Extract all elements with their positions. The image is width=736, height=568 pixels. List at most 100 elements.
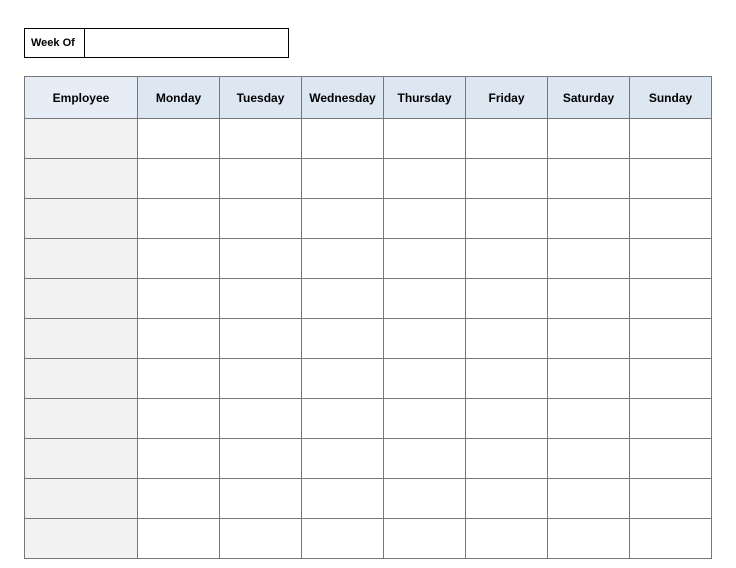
schedule-cell[interactable] xyxy=(220,119,302,159)
schedule-cell[interactable] xyxy=(384,399,466,439)
employee-cell[interactable] xyxy=(25,439,138,479)
schedule-table: Employee Monday Tuesday Wednesday Thursd… xyxy=(24,76,712,559)
schedule-cell[interactable] xyxy=(548,439,630,479)
schedule-cell[interactable] xyxy=(466,519,548,559)
schedule-cell[interactable] xyxy=(138,239,220,279)
schedule-cell[interactable] xyxy=(384,479,466,519)
schedule-cell[interactable] xyxy=(630,319,712,359)
schedule-cell[interactable] xyxy=(138,199,220,239)
schedule-cell[interactable] xyxy=(384,119,466,159)
week-of-label: Week Of xyxy=(25,29,85,57)
schedule-cell[interactable] xyxy=(630,159,712,199)
schedule-cell[interactable] xyxy=(548,119,630,159)
day-header-monday: Monday xyxy=(138,77,220,119)
schedule-cell[interactable] xyxy=(466,239,548,279)
schedule-cell[interactable] xyxy=(630,239,712,279)
schedule-cell[interactable] xyxy=(548,159,630,199)
schedule-cell[interactable] xyxy=(548,519,630,559)
schedule-cell[interactable] xyxy=(138,319,220,359)
table-row xyxy=(25,239,712,279)
employee-cell[interactable] xyxy=(25,199,138,239)
schedule-cell[interactable] xyxy=(302,359,384,399)
day-header-tuesday: Tuesday xyxy=(220,77,302,119)
schedule-cell[interactable] xyxy=(630,359,712,399)
schedule-cell[interactable] xyxy=(466,479,548,519)
schedule-cell[interactable] xyxy=(302,199,384,239)
schedule-cell[interactable] xyxy=(220,399,302,439)
week-of-value[interactable] xyxy=(85,29,288,57)
employee-cell[interactable] xyxy=(25,319,138,359)
schedule-cell[interactable] xyxy=(138,479,220,519)
table-row xyxy=(25,319,712,359)
employee-cell[interactable] xyxy=(25,479,138,519)
schedule-cell[interactable] xyxy=(630,119,712,159)
schedule-cell[interactable] xyxy=(466,159,548,199)
schedule-cell[interactable] xyxy=(466,439,548,479)
schedule-cell[interactable] xyxy=(220,239,302,279)
schedule-cell[interactable] xyxy=(384,159,466,199)
schedule-cell[interactable] xyxy=(138,399,220,439)
schedule-cell[interactable] xyxy=(466,319,548,359)
schedule-cell[interactable] xyxy=(384,319,466,359)
schedule-cell[interactable] xyxy=(220,439,302,479)
schedule-cell[interactable] xyxy=(220,319,302,359)
table-row xyxy=(25,119,712,159)
schedule-cell[interactable] xyxy=(220,279,302,319)
schedule-cell[interactable] xyxy=(138,159,220,199)
employee-cell[interactable] xyxy=(25,239,138,279)
schedule-cell[interactable] xyxy=(548,199,630,239)
schedule-cell[interactable] xyxy=(302,279,384,319)
schedule-cell[interactable] xyxy=(302,519,384,559)
schedule-cell[interactable] xyxy=(138,519,220,559)
schedule-cell[interactable] xyxy=(302,159,384,199)
schedule-cell[interactable] xyxy=(466,119,548,159)
schedule-cell[interactable] xyxy=(138,279,220,319)
schedule-cell[interactable] xyxy=(302,439,384,479)
schedule-cell[interactable] xyxy=(548,319,630,359)
schedule-cell[interactable] xyxy=(138,359,220,399)
schedule-cell[interactable] xyxy=(466,279,548,319)
employee-cell[interactable] xyxy=(25,519,138,559)
schedule-cell[interactable] xyxy=(630,479,712,519)
employee-cell[interactable] xyxy=(25,279,138,319)
schedule-cell[interactable] xyxy=(548,479,630,519)
schedule-cell[interactable] xyxy=(466,399,548,439)
employee-cell[interactable] xyxy=(25,359,138,399)
schedule-cell[interactable] xyxy=(384,199,466,239)
schedule-cell[interactable] xyxy=(220,359,302,399)
day-header-wednesday: Wednesday xyxy=(302,77,384,119)
schedule-cell[interactable] xyxy=(548,399,630,439)
schedule-cell[interactable] xyxy=(466,359,548,399)
schedule-cell[interactable] xyxy=(548,279,630,319)
schedule-cell[interactable] xyxy=(220,479,302,519)
schedule-cell[interactable] xyxy=(384,359,466,399)
schedule-cell[interactable] xyxy=(302,479,384,519)
schedule-cell[interactable] xyxy=(220,519,302,559)
schedule-cell[interactable] xyxy=(384,439,466,479)
schedule-cell[interactable] xyxy=(384,239,466,279)
schedule-cell[interactable] xyxy=(302,119,384,159)
employee-cell[interactable] xyxy=(25,159,138,199)
schedule-cell[interactable] xyxy=(630,439,712,479)
schedule-cell[interactable] xyxy=(630,199,712,239)
schedule-cell[interactable] xyxy=(548,359,630,399)
schedule-cell[interactable] xyxy=(302,319,384,359)
schedule-cell[interactable] xyxy=(384,519,466,559)
schedule-cell[interactable] xyxy=(384,279,466,319)
schedule-cell[interactable] xyxy=(630,399,712,439)
schedule-cell[interactable] xyxy=(220,159,302,199)
day-header-friday: Friday xyxy=(466,77,548,119)
table-row xyxy=(25,279,712,319)
schedule-cell[interactable] xyxy=(630,519,712,559)
schedule-cell[interactable] xyxy=(548,239,630,279)
employee-cell[interactable] xyxy=(25,119,138,159)
schedule-cell[interactable] xyxy=(138,119,220,159)
schedule-cell[interactable] xyxy=(466,199,548,239)
table-row xyxy=(25,359,712,399)
schedule-cell[interactable] xyxy=(302,239,384,279)
employee-cell[interactable] xyxy=(25,399,138,439)
schedule-cell[interactable] xyxy=(630,279,712,319)
schedule-cell[interactable] xyxy=(138,439,220,479)
schedule-cell[interactable] xyxy=(220,199,302,239)
schedule-cell[interactable] xyxy=(302,399,384,439)
